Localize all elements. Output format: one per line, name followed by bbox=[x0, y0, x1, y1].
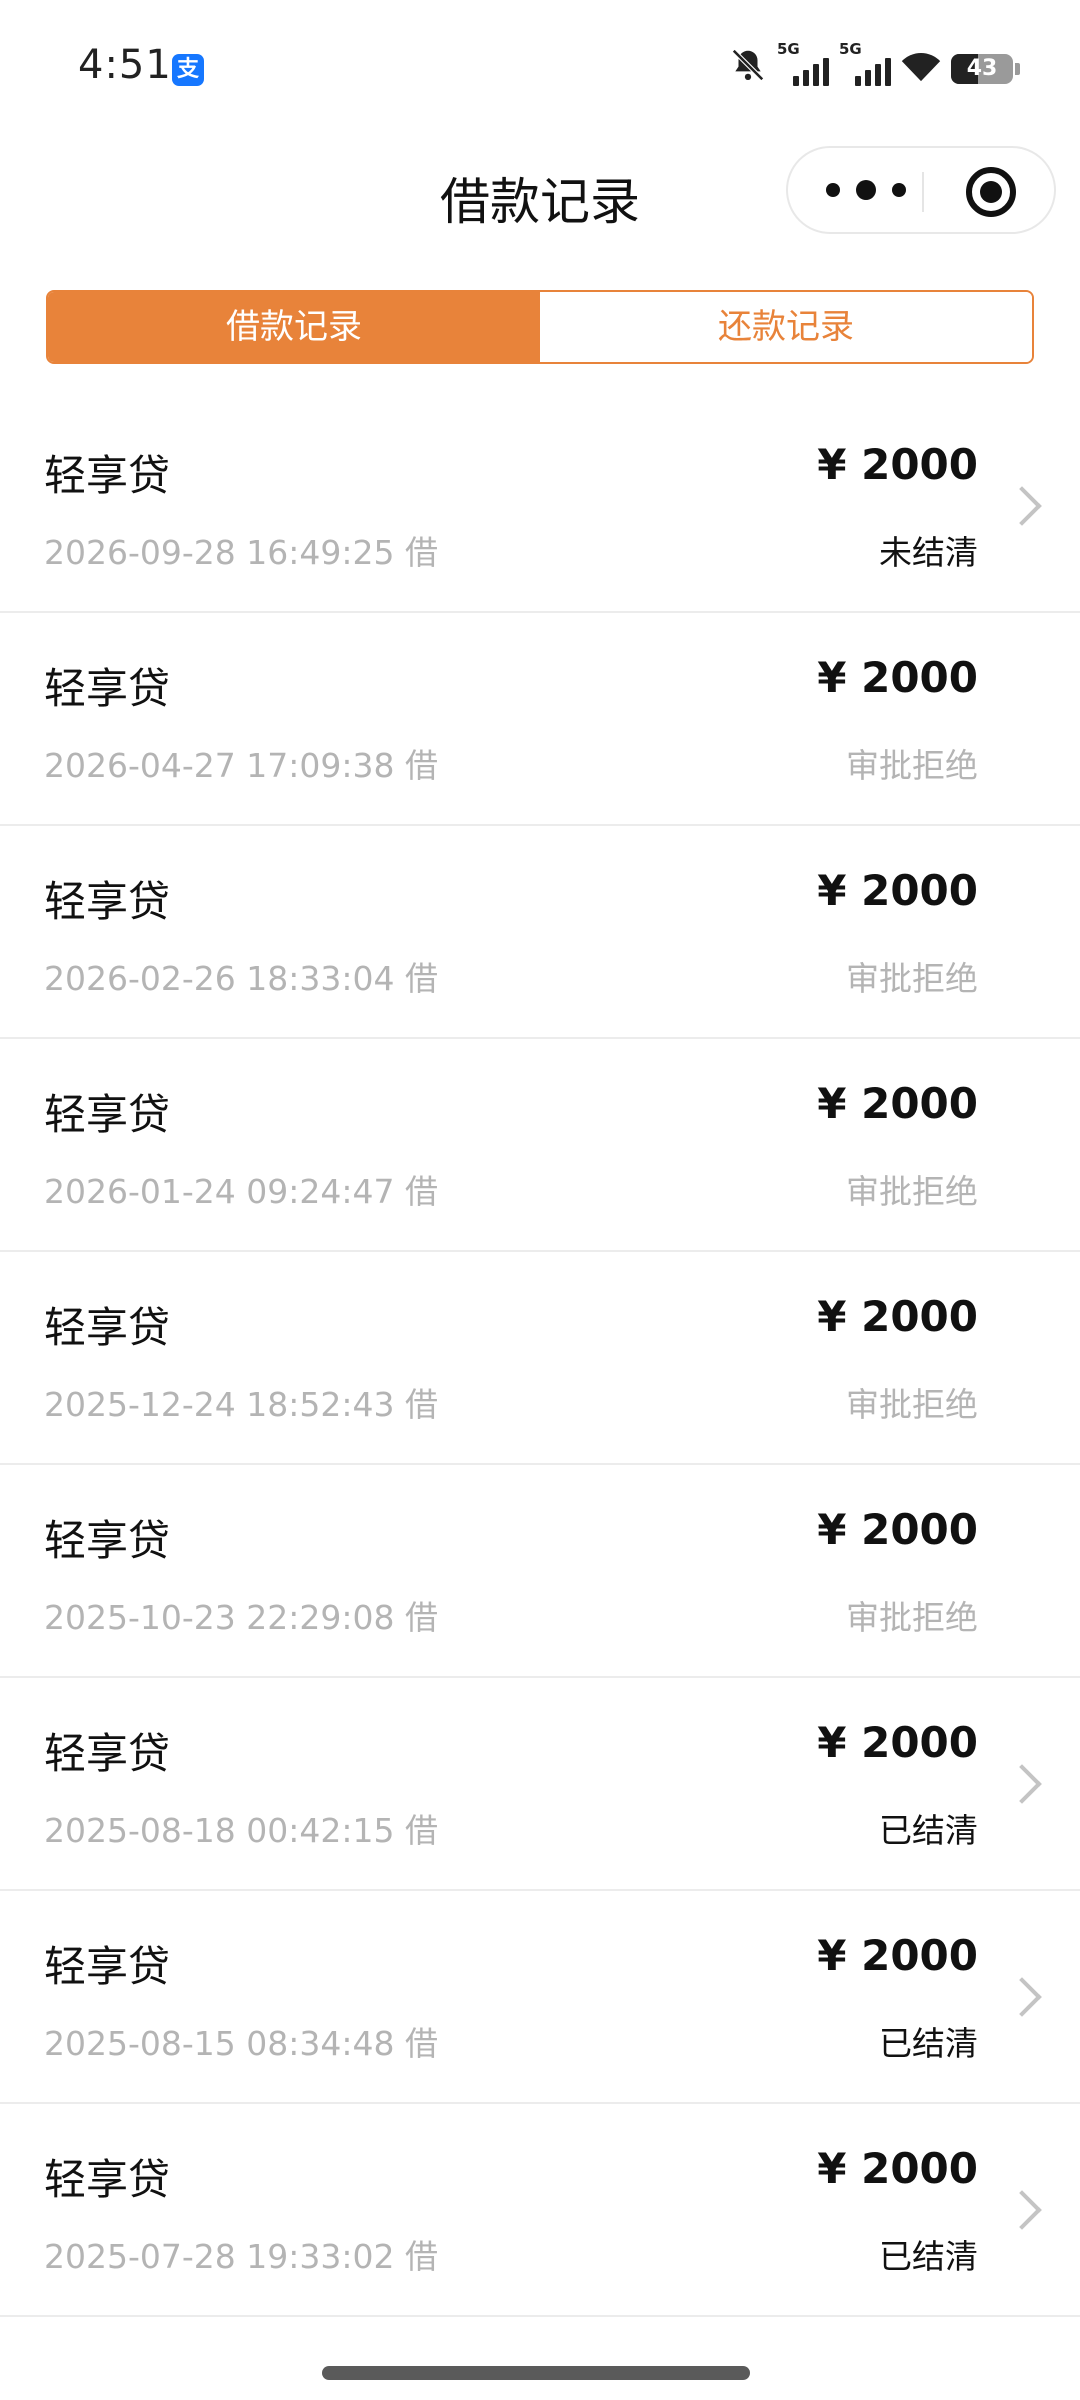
chevron-right-icon bbox=[1002, 486, 1042, 526]
record-status: 审批拒绝 bbox=[846, 746, 978, 785]
record-row: 轻享贷 2026-04-27 17:09:38 借 ¥ 2000 审批拒绝 bbox=[0, 613, 1080, 826]
record-row[interactable]: 轻享贷 2025-08-18 00:42:15 借 ¥ 2000 已结清 bbox=[0, 1678, 1080, 1891]
header: 借款记录 bbox=[0, 140, 1080, 240]
record-amount: ¥ 2000 bbox=[817, 1292, 978, 1341]
home-indicator[interactable] bbox=[322, 2366, 750, 2380]
status-bar: 4:51 支 5G 5G 43 bbox=[0, 0, 1080, 130]
record-amount: ¥ 2000 bbox=[817, 2144, 978, 2193]
network-type-1: 5G bbox=[777, 40, 800, 58]
mini-program-capsule bbox=[786, 146, 1056, 234]
record-name: 轻享贷 bbox=[44, 451, 171, 500]
record-name: 轻享贷 bbox=[44, 2155, 171, 2204]
wifi-icon bbox=[901, 53, 941, 82]
more-dots-icon[interactable] bbox=[826, 178, 906, 202]
record-name: 轻享贷 bbox=[44, 1516, 171, 1565]
tab-repay-records[interactable]: 还款记录 bbox=[540, 292, 1032, 362]
record-tabs: 借款记录 还款记录 bbox=[46, 290, 1034, 364]
record-row: 轻享贷 2025-12-24 18:52:43 借 ¥ 2000 审批拒绝 bbox=[0, 1252, 1080, 1465]
battery-icon: 43 bbox=[951, 54, 1013, 84]
record-amount: ¥ 2000 bbox=[817, 1931, 978, 1980]
chevron-right-icon bbox=[1002, 1764, 1042, 1804]
record-status: 审批拒绝 bbox=[846, 1385, 978, 1424]
record-amount: ¥ 2000 bbox=[817, 866, 978, 915]
status-indicators: 5G 5G 43 bbox=[729, 40, 1020, 88]
signal-1-icon: 5G bbox=[777, 40, 829, 88]
record-date: 2025-10-23 22:29:08 借 bbox=[44, 1598, 438, 1637]
record-row[interactable]: 轻享贷 2026-09-28 16:49:25 借 ¥ 2000 未结清 bbox=[0, 400, 1080, 613]
record-row[interactable]: 轻享贷 2025-07-28 19:33:02 借 ¥ 2000 已结清 bbox=[0, 2104, 1080, 2317]
record-row: 轻享贷 2026-01-24 09:24:47 借 ¥ 2000 审批拒绝 bbox=[0, 1039, 1080, 1252]
record-amount: ¥ 2000 bbox=[817, 1505, 978, 1554]
record-date: 2026-04-27 17:09:38 借 bbox=[44, 746, 438, 785]
tab-borrow-records[interactable]: 借款记录 bbox=[48, 292, 540, 362]
record-row[interactable]: 轻享贷 2025-08-15 08:34:48 借 ¥ 2000 已结清 bbox=[0, 1891, 1080, 2104]
record-list: 轻享贷 2026-09-28 16:49:25 借 ¥ 2000 未结清 轻享贷 2026… bbox=[0, 400, 1080, 2317]
record-status: 已结清 bbox=[879, 2237, 978, 2276]
record-amount: ¥ 2000 bbox=[817, 440, 978, 489]
record-status: 审批拒绝 bbox=[846, 959, 978, 998]
status-time: 4:51 bbox=[78, 42, 172, 88]
record-status: 已结清 bbox=[879, 1811, 978, 1850]
record-name: 轻享贷 bbox=[44, 877, 171, 926]
record-status: 已结清 bbox=[879, 2024, 978, 2063]
close-target-icon[interactable] bbox=[966, 167, 1016, 217]
record-date: 2025-07-28 19:33:02 借 bbox=[44, 2237, 438, 2276]
record-name: 轻享贷 bbox=[44, 1729, 171, 1778]
record-amount: ¥ 2000 bbox=[817, 1079, 978, 1128]
record-date: 2026-09-28 16:49:25 借 bbox=[44, 533, 438, 572]
record-name: 轻享贷 bbox=[44, 1942, 171, 1991]
record-date: 2025-12-24 18:52:43 借 bbox=[44, 1385, 438, 1424]
chevron-right-icon bbox=[1002, 1977, 1042, 2017]
record-amount: ¥ 2000 bbox=[817, 653, 978, 702]
record-status: 审批拒绝 bbox=[846, 1598, 978, 1637]
capsule-divider bbox=[922, 172, 924, 212]
chevron-right-icon bbox=[1002, 2190, 1042, 2230]
record-row: 轻享贷 2026-02-26 18:33:04 借 ¥ 2000 审批拒绝 bbox=[0, 826, 1080, 1039]
network-type-2: 5G bbox=[839, 40, 862, 58]
battery-level: 43 bbox=[966, 56, 998, 81]
record-status: 未结清 bbox=[879, 533, 978, 572]
record-name: 轻享贷 bbox=[44, 1303, 171, 1352]
signal-2-icon: 5G bbox=[839, 40, 891, 88]
record-row: 轻享贷 2025-10-23 22:29:08 借 ¥ 2000 审批拒绝 bbox=[0, 1465, 1080, 1678]
record-date: 2025-08-15 08:34:48 借 bbox=[44, 2024, 438, 2063]
record-date: 2026-02-26 18:33:04 借 bbox=[44, 959, 438, 998]
mute-bell-icon bbox=[732, 49, 764, 81]
record-name: 轻享贷 bbox=[44, 664, 171, 713]
record-date: 2026-01-24 09:24:47 借 bbox=[44, 1172, 438, 1211]
alipay-app-icon: 支 bbox=[172, 54, 204, 86]
record-date: 2025-08-18 00:42:15 借 bbox=[44, 1811, 438, 1850]
record-name: 轻享贷 bbox=[44, 1090, 171, 1139]
record-status: 审批拒绝 bbox=[846, 1172, 978, 1211]
record-amount: ¥ 2000 bbox=[817, 1718, 978, 1767]
